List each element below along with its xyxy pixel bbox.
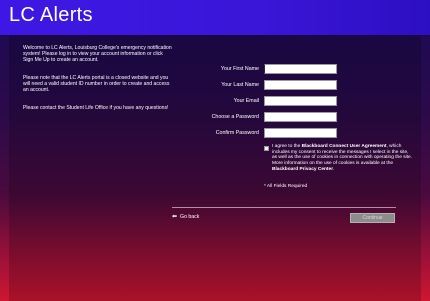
last-name-row: Your Last Name xyxy=(0,80,430,92)
last-name-input[interactable] xyxy=(264,80,337,90)
agreement-suffix: . xyxy=(333,166,335,172)
arrow-left-icon: ⬅ xyxy=(172,214,178,220)
email-label: Your Email xyxy=(233,98,259,104)
required-fields-note: * All Fields Required xyxy=(264,184,308,189)
page-title: LC Alerts xyxy=(9,4,93,26)
go-back-label: Go back xyxy=(180,214,200,220)
confirm-password-input[interactable] xyxy=(264,128,337,138)
password-label: Choose a Password xyxy=(211,114,259,120)
email-row: Your Email xyxy=(0,96,430,108)
agreement-checkbox[interactable] xyxy=(264,146,269,151)
privacy-center-link[interactable]: Blackboard Privacy Center xyxy=(272,167,333,172)
agreement-prefix: I agree to the xyxy=(272,144,302,149)
first-name-label: Your First Name xyxy=(220,66,259,72)
confirm-password-row: Confirm Password xyxy=(0,128,430,140)
agreement-text: I agree to the Blackboard Connect User A… xyxy=(272,144,412,173)
user-agreement-link[interactable]: Blackboard Connect User Agreement xyxy=(302,144,387,149)
continue-button[interactable]: Continue xyxy=(350,213,395,223)
first-name-row: Your First Name xyxy=(0,64,430,76)
confirm-password-label: Confirm Password xyxy=(215,130,259,136)
info-paragraph-welcome: Welcome to LC Alerts, Louisburg College'… xyxy=(23,45,172,64)
header-bar: LC Alerts xyxy=(0,0,430,35)
password-row: Choose a Password xyxy=(0,112,430,124)
footer-divider xyxy=(172,207,396,208)
last-name-label: Your Last Name xyxy=(221,82,259,88)
go-back-link[interactable]: ⬅ Go back xyxy=(172,214,199,220)
password-input[interactable] xyxy=(264,112,337,122)
email-input[interactable] xyxy=(264,96,337,106)
first-name-input[interactable] xyxy=(264,64,337,74)
